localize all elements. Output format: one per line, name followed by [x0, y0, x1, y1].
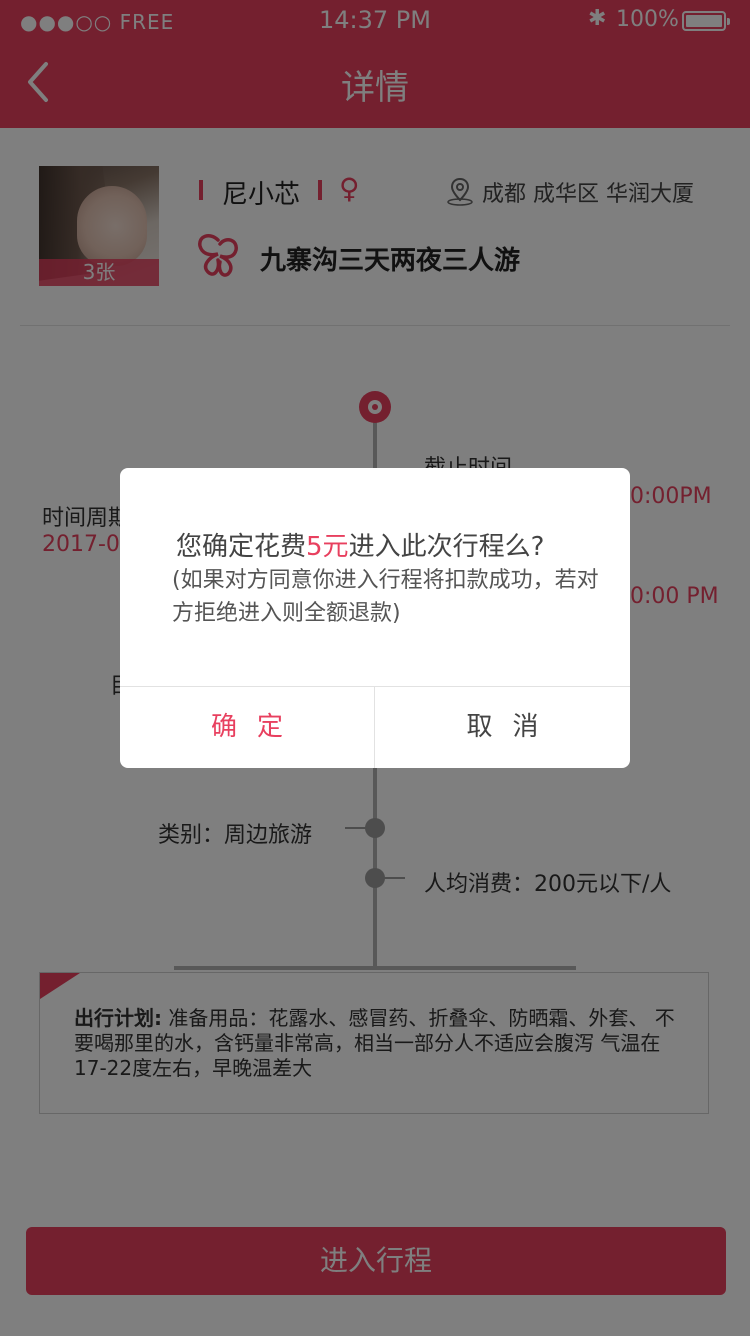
confirm-dialog: 您确定花费5元进入此次行程么? (如果对方同意你进入行程将扣款成功，若对方拒绝进…	[120, 468, 630, 768]
dialog-question: 您确定花费5元进入此次行程么?	[176, 526, 544, 563]
dialog-note: (如果对方同意你进入行程将扣款成功，若对方拒绝进入则全额退款)	[172, 568, 599, 626]
question-amount: 5元	[306, 532, 349, 562]
question-suffix: 进入此次行程么?	[348, 532, 545, 562]
cancel-button[interactable]: 取消	[375, 687, 630, 768]
confirm-button[interactable]: 确定	[120, 687, 374, 768]
question-prefix: 您确定花费	[176, 532, 307, 562]
